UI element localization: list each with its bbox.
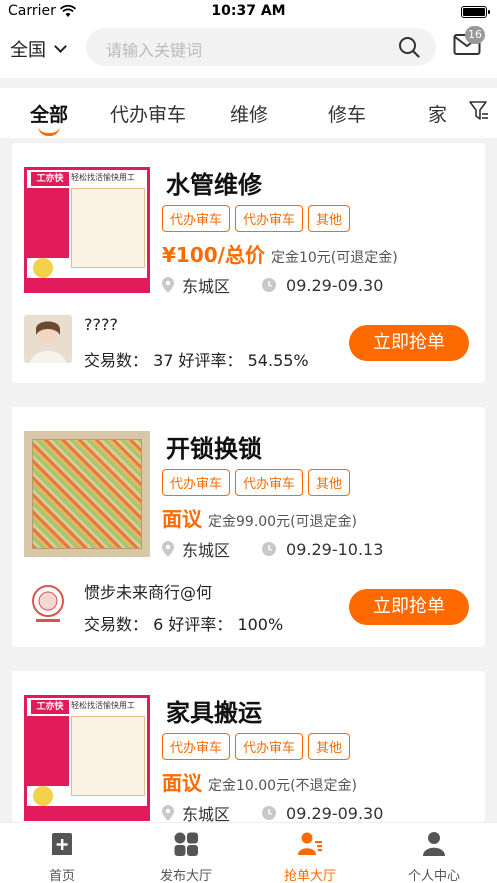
- chevron-down-icon: [54, 39, 67, 53]
- location-line: 东城区 09.29-09.30: [162, 801, 383, 822]
- tab-vehicle-inspection[interactable]: 代办审车: [110, 100, 186, 127]
- order-title: 水管维修: [166, 171, 262, 199]
- battery-icon: [461, 6, 490, 18]
- order-tag: 其他: [308, 469, 351, 496]
- tab-car-repair[interactable]: 修车: [328, 100, 366, 127]
- price-line: ¥100/总价 定金10元(可退定金): [162, 239, 398, 268]
- order-date-range: 09.29-09.30: [286, 803, 384, 823]
- order-image: [24, 431, 150, 557]
- nav-profile[interactable]: 个人中心: [372, 823, 496, 883]
- order-price: ¥100/总价: [162, 243, 265, 267]
- location-line: 东城区 09.29-09.30: [162, 273, 383, 297]
- messages-button[interactable]: 16: [453, 26, 485, 56]
- publisher-row: ???? 交易数： 37 好评率： 54.55% 立即抢单: [12, 313, 485, 383]
- home-plus-icon: [52, 833, 72, 855]
- publisher-name: ????: [84, 315, 118, 334]
- order-tags: 代办审车 代办审车 其他: [162, 469, 351, 496]
- clock-icon: [262, 278, 277, 292]
- order-price: 面议: [162, 507, 202, 531]
- order-card[interactable]: 工亦快 轻松找活愉快用工 家具搬运 代办审车 代办审车 其他 面议 定金10.0…: [12, 671, 485, 822]
- price-line: 面议 定金99.00元(可退定金): [162, 503, 357, 532]
- nav-grab-hall[interactable]: 抢单大厅: [248, 823, 372, 883]
- clock-time: 10:37 AM: [211, 3, 286, 19]
- order-image: 工亦快 轻松找活愉快用工: [24, 167, 150, 293]
- search-header: 全国 请输入关键词 16: [0, 24, 497, 78]
- order-title: 家具搬运: [166, 699, 262, 727]
- goods-photo: [24, 431, 150, 557]
- poster-headline: 轻松找活愉快用工: [71, 173, 135, 182]
- clock-icon: [262, 542, 277, 556]
- location-pin-icon: [162, 805, 174, 821]
- bottom-nav: 首页 发布大厅 抢单大厅 个人中心: [0, 822, 497, 883]
- order-tag: 代办审车: [162, 205, 231, 232]
- grab-orders-icon: [298, 832, 322, 855]
- order-tag: 其他: [308, 733, 351, 760]
- order-deposit: 定金10元(可退定金): [270, 250, 398, 266]
- order-image: 工亦快 轻松找活愉快用工: [24, 695, 150, 821]
- order-tags: 代办审车 代办审车 其他: [162, 205, 351, 232]
- order-card[interactable]: 开锁换锁 代办审车 代办审车 其他 面议 定金99.00元(可退定金) 东城区 …: [12, 407, 485, 647]
- nav-publish-hall[interactable]: 发布大厅: [124, 823, 248, 883]
- order-tags: 代办审车 代办审车 其他: [162, 733, 351, 760]
- order-tag: 代办审车: [162, 469, 231, 496]
- order-district: 东城区: [182, 277, 231, 296]
- message-count-badge: 16: [465, 26, 485, 44]
- grab-order-button[interactable]: 立即抢单: [349, 325, 469, 361]
- tab-all[interactable]: 全部: [30, 100, 68, 127]
- order-district: 东城区: [182, 805, 231, 822]
- location-line: 东城区 09.29-10.13: [162, 537, 383, 561]
- order-tag: 代办审车: [235, 733, 304, 760]
- poster-headline: 轻松找活愉快用工: [71, 701, 135, 710]
- order-date-range: 09.29-09.30: [286, 275, 384, 295]
- region-selector[interactable]: 全国: [10, 36, 67, 62]
- order-district: 东城区: [182, 541, 231, 560]
- order-price: 面议: [162, 771, 202, 795]
- tab-repair[interactable]: 维修: [230, 100, 268, 127]
- order-tag: 代办审车: [235, 469, 304, 496]
- grid-icon: [174, 832, 198, 856]
- order-tag: 代办审车: [235, 205, 304, 232]
- search-placeholder: 请输入关键词: [106, 41, 203, 60]
- nav-label: 首页: [48, 869, 75, 883]
- clock-icon: [262, 806, 277, 820]
- location-pin-icon: [162, 541, 174, 557]
- avatar: [24, 579, 72, 627]
- order-deposit: 定金10.00元(不退定金): [208, 778, 358, 794]
- nav-label: 个人中心: [407, 869, 460, 883]
- publisher-stats: 交易数： 6 好评率： 100%: [84, 615, 284, 634]
- nav-home[interactable]: 首页: [0, 823, 124, 883]
- location-pin-icon: [162, 277, 174, 293]
- publisher-row: 惯步未来商行@何 交易数： 6 好评率： 100% 立即抢单: [12, 577, 485, 647]
- filter-icon[interactable]: [469, 100, 489, 122]
- poster-tag: 工亦快: [31, 700, 69, 714]
- nav-label: 抢单大厅: [283, 869, 336, 883]
- category-tabs: 全部 代办审车 维修 修车 家: [0, 88, 497, 138]
- region-label: 全国: [10, 40, 46, 61]
- poster-image: 工亦快 轻松找活愉快用工: [24, 695, 150, 821]
- publisher-name: 惯步未来商行@何: [84, 583, 213, 602]
- order-date-range: 09.29-10.13: [286, 539, 384, 559]
- poster-tag: 工亦快: [31, 172, 69, 186]
- search-input[interactable]: 请输入关键词: [86, 28, 436, 66]
- nav-label: 发布大厅: [159, 869, 212, 883]
- publisher-stats: 交易数： 37 好评率： 54.55%: [84, 351, 309, 370]
- order-deposit: 定金99.00元(可退定金): [208, 514, 358, 530]
- order-tag: 其他: [308, 205, 351, 232]
- order-title: 开锁换锁: [166, 435, 262, 463]
- status-bar: Carrier 10:37 AM: [0, 0, 497, 24]
- person-icon: [423, 832, 445, 856]
- grab-order-button[interactable]: 立即抢单: [349, 589, 469, 625]
- poster-image: 工亦快 轻松找活愉快用工: [24, 167, 150, 293]
- price-line: 面议 定金10.00元(不退定金): [162, 767, 357, 796]
- avatar: [24, 315, 72, 363]
- search-icon[interactable]: [398, 36, 420, 58]
- order-tag: 代办审车: [162, 733, 231, 760]
- order-card[interactable]: 工亦快 轻松找活愉快用工 水管维修 代办审车 代办审车 其他 ¥100/总价 定…: [12, 143, 485, 383]
- tab-home[interactable]: 家: [428, 100, 447, 127]
